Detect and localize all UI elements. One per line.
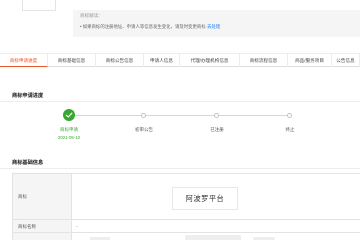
step-label: 初审公告 bbox=[135, 127, 153, 132]
table-row-label bbox=[13, 233, 72, 240]
step-date: 2021-05-10 bbox=[58, 135, 80, 140]
tab-goods-services[interactable]: 商品/服务项目 bbox=[288, 54, 332, 67]
tips-title: 商标解读： bbox=[80, 13, 103, 18]
tab-announcement-info[interactable]: 商标公告信息 bbox=[96, 54, 144, 67]
step-label: 已注册 bbox=[210, 127, 224, 132]
trademark-logo-text: 阿波罗平台 bbox=[185, 194, 225, 203]
table-row-value: - bbox=[72, 220, 360, 233]
detail-tabs: 商标申请进度 商标基础信息 商标公告信息 申请人信息 代理/办理机构信息 商标流… bbox=[0, 53, 360, 67]
trademark-thumbnail bbox=[22, 0, 56, 11]
divider bbox=[0, 101, 360, 102]
tips-text: • 如果商标的注册地址、申请人等信息发生变化，请及时变更商标 bbox=[80, 24, 206, 29]
tab-basic-info[interactable]: 商标基础信息 bbox=[48, 54, 96, 67]
step-pending-dot-icon bbox=[287, 113, 292, 118]
cut-off-label-cell bbox=[185, 235, 241, 240]
tips-banner: 商标解读： • 如果商标的注册地址、申请人等信息发生变化，请及时变更商标 去处理 bbox=[73, 10, 360, 37]
trademark-logo-image: 阿波罗平台 bbox=[172, 187, 238, 210]
tab-process-info[interactable]: 商标流程信息 bbox=[240, 54, 288, 67]
progress-track bbox=[69, 115, 290, 116]
tab-announcements[interactable]: 公告信息 bbox=[332, 54, 360, 67]
step-label: 商标申请 bbox=[60, 127, 78, 132]
tab-agency-info[interactable]: 代理/办理机构信息 bbox=[180, 54, 240, 67]
tab-application-progress[interactable]: 商标申请进度 bbox=[0, 54, 48, 67]
tips-action-link[interactable]: 去处理 bbox=[207, 24, 220, 29]
step-label: 终止 bbox=[285, 127, 295, 132]
progress-heading: 商标申请进度 bbox=[12, 93, 44, 99]
divider bbox=[0, 168, 360, 169]
table-row-label: 商标 bbox=[13, 174, 72, 220]
info-heading: 商标基础信息 bbox=[12, 160, 44, 166]
table-row-label: 商标名称 bbox=[13, 220, 72, 233]
tips-body: • 如果商标的注册地址、申请人等信息发生变化，请及时变更商标 去处理 bbox=[80, 24, 220, 30]
step-pending-dot-icon bbox=[141, 113, 146, 118]
step-pending-dot-icon bbox=[214, 113, 219, 118]
step-done-check-icon bbox=[63, 109, 75, 121]
tab-applicant-info[interactable]: 申请人信息 bbox=[144, 54, 180, 67]
